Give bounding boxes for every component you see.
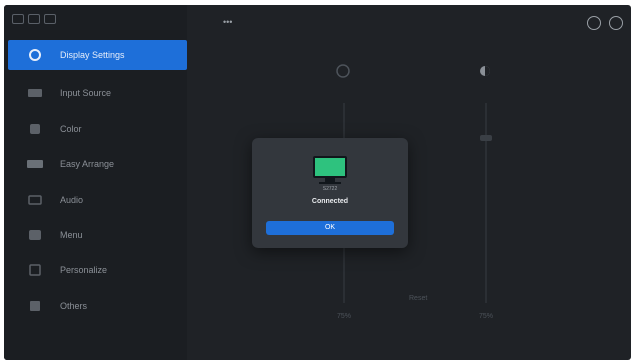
dialog-subtitle: S2722 [322,186,338,192]
app-window: Display Settings Input Source Color Easy… [4,5,631,360]
modal-overlay: S2722 Connected OK [4,5,631,360]
connection-dialog: S2722 Connected OK [252,138,408,248]
ok-button[interactable]: OK [266,221,394,235]
dialog-title: Connected [311,198,349,205]
monitor-base [319,182,341,184]
monitor-icon [313,156,347,178]
